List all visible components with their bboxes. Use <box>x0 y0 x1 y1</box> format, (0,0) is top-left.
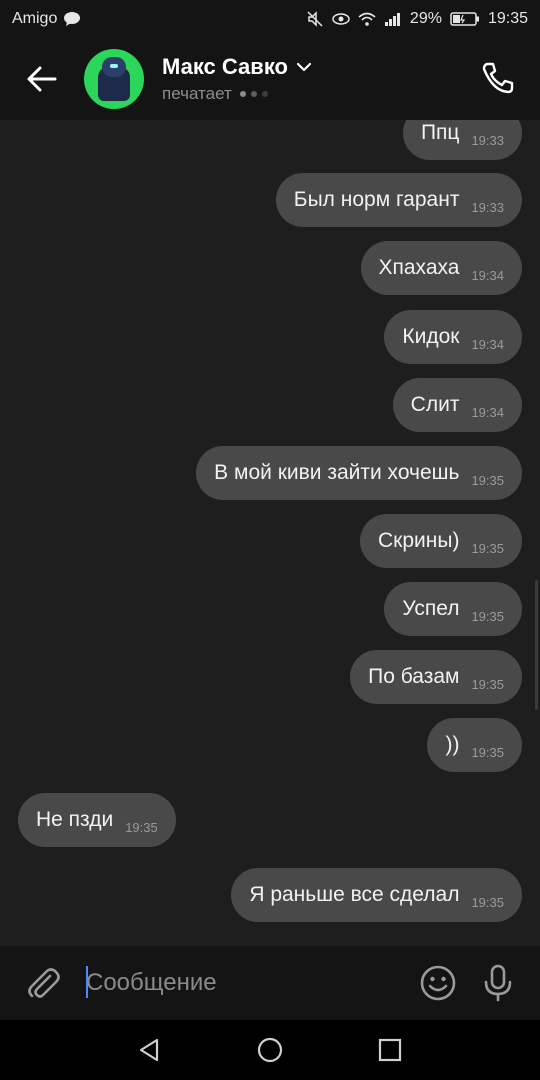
chat-header: Макс Савко печатает <box>0 38 540 120</box>
message-bubble[interactable]: )) 19:35 <box>427 718 522 772</box>
triangle-back-icon <box>139 1038 159 1062</box>
typing-status-text: печатает <box>162 84 232 103</box>
message-time: 19:35 <box>471 744 504 760</box>
microphone-icon <box>484 964 512 1002</box>
message-text: Ппц <box>420 121 460 144</box>
message-bubble[interactable]: Ппц 19:33 <box>402 120 522 160</box>
message-text: Не пзди <box>36 808 114 831</box>
message-text: В мой киви зайти хочешь <box>214 461 460 484</box>
call-button[interactable] <box>478 58 518 98</box>
message-bubble[interactable]: По базам 19:35 <box>350 650 522 704</box>
contact-row: Макс Савко <box>162 54 312 80</box>
message-time: 19:35 <box>471 608 504 624</box>
message-bubble[interactable]: Успел 19:35 <box>384 582 522 636</box>
nav-home-button[interactable] <box>210 1020 330 1080</box>
message-text: Был норм гарант <box>293 188 460 211</box>
status-bar: Amigo 29% 19:35 <box>0 0 540 38</box>
message-bubble[interactable]: Слит 19:34 <box>392 378 522 432</box>
message-bubble[interactable]: Хпахаха 19:34 <box>360 241 522 295</box>
avatar-figure-eye <box>110 64 118 68</box>
emoji-button[interactable] <box>408 946 468 1020</box>
title-block[interactable]: Макс Савко печатает <box>162 54 312 104</box>
message-list[interactable]: Ппц 19:33 Был норм гарант 19:33 Хпахаха … <box>0 120 540 946</box>
message-time: 19:33 <box>471 199 504 215</box>
message-input[interactable] <box>86 946 408 1020</box>
message-time: 19:33 <box>471 132 504 148</box>
nav-recents-button[interactable] <box>330 1020 450 1080</box>
message-time: 19:35 <box>471 540 504 556</box>
message-text: Кидок <box>402 325 460 348</box>
message-text: Я раньше все сделал <box>249 883 460 906</box>
chevron-down-icon <box>296 62 312 72</box>
message-time: 19:35 <box>471 676 504 692</box>
battery-percent: 29% <box>409 10 442 27</box>
message-text: Слит <box>410 393 460 416</box>
nav-back-button[interactable] <box>90 1020 210 1080</box>
typing-dots-icon <box>239 91 268 97</box>
message-bubble[interactable]: Кидок 19:34 <box>384 310 522 364</box>
scrollbar-thumb[interactable] <box>535 580 538 710</box>
composer <box>0 946 540 1020</box>
chat-bubble-icon <box>64 12 81 26</box>
wifi-icon <box>358 12 376 26</box>
message-time: 19:34 <box>471 336 504 352</box>
system-nav-bar <box>0 1020 540 1080</box>
text-caret <box>86 966 88 998</box>
square-recents-icon <box>378 1038 402 1062</box>
mute-icon <box>307 11 323 27</box>
battery-icon <box>450 12 479 26</box>
phone-icon <box>482 62 514 94</box>
message-bubble[interactable]: Я раньше все сделал 19:35 <box>231 868 522 922</box>
status-time: 19:35 <box>487 10 528 27</box>
back-button[interactable] <box>0 38 84 120</box>
typing-status: печатает <box>162 84 312 104</box>
message-time: 19:35 <box>471 894 504 910</box>
carrier-label: Amigo <box>12 10 58 27</box>
message-text: Хпахаха <box>378 256 460 279</box>
contact-name: Макс Савко <box>162 54 288 79</box>
message-text: Успел <box>402 597 460 620</box>
circle-home-icon <box>257 1037 283 1063</box>
eye-icon <box>332 13 350 25</box>
message-text: Скрины) <box>378 529 460 552</box>
message-time: 19:34 <box>471 267 504 283</box>
attach-button[interactable] <box>0 946 86 1020</box>
message-text: По базам <box>368 665 460 688</box>
paperclip-icon <box>28 968 60 998</box>
arrow-left-icon <box>27 66 57 92</box>
message-bubble-incoming[interactable]: Не пзди 19:35 <box>18 793 176 847</box>
status-right: 29% 19:35 <box>306 10 528 28</box>
status-left: Amigo <box>12 10 81 28</box>
message-text: )) <box>445 733 460 756</box>
message-time: 19:35 <box>125 819 158 835</box>
avatar[interactable] <box>84 49 144 109</box>
message-bubble[interactable]: Был норм гарант 19:33 <box>275 173 522 227</box>
smiley-icon <box>420 965 456 1001</box>
message-bubble[interactable]: В мой киви зайти хочешь 19:35 <box>196 446 522 500</box>
voice-record-button[interactable] <box>468 946 528 1020</box>
signal-icon <box>384 13 400 26</box>
message-time: 19:35 <box>471 472 504 488</box>
message-time: 19:34 <box>471 404 504 420</box>
message-bubble[interactable]: Скрины) 19:35 <box>360 514 522 568</box>
